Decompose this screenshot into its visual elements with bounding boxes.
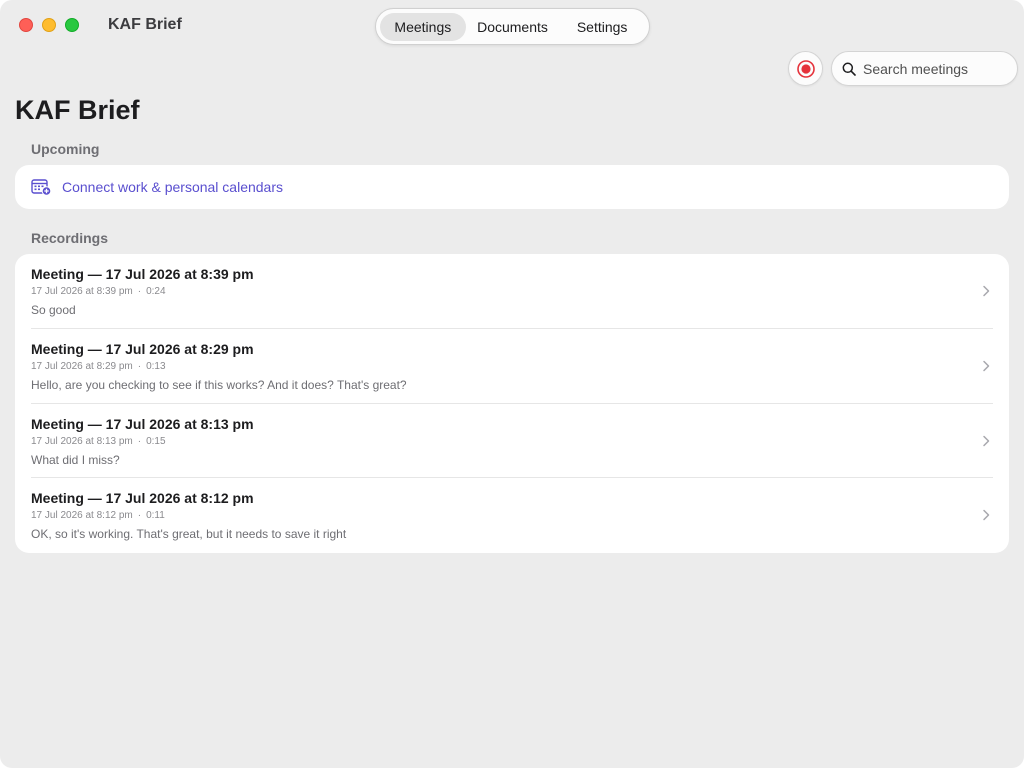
recording-date: 17 Jul 2026 at 8:13 pm xyxy=(31,435,133,447)
recording-summary: What did I miss? xyxy=(31,452,120,467)
zoom-window-button[interactable] xyxy=(65,18,79,32)
recording-title: Meeting — 17 Jul 2026 at 8:39 pm xyxy=(31,266,254,282)
tab-meetings[interactable]: Meetings xyxy=(380,12,466,41)
recording-title: Meeting — 17 Jul 2026 at 8:13 pm xyxy=(31,415,254,432)
recording-meta: 17 Jul 2026 at 8:29 pm · 0:13 xyxy=(31,360,993,374)
meta-separator: · xyxy=(137,360,142,372)
recording-summary: OK, so it's working. That's great, but i… xyxy=(31,527,347,542)
app-title: KAF Brief xyxy=(108,16,182,33)
search-icon xyxy=(842,62,856,76)
connect-calendars-row[interactable]: Connect work & personal calendars xyxy=(15,165,1009,209)
meta-separator: · xyxy=(137,435,142,447)
recording-date: 17 Jul 2026 at 8:39 pm xyxy=(31,286,133,297)
main-nav-tabs: Meetings Documents Settings xyxy=(375,8,650,45)
recording-duration: 0:24 xyxy=(146,286,166,297)
recording-title: Meeting — 17 Jul 2026 at 8:29 pm xyxy=(31,340,254,357)
recording-duration: 0:11 xyxy=(146,510,165,522)
close-window-button[interactable] xyxy=(19,18,33,32)
minimize-window-button[interactable] xyxy=(42,18,56,32)
app-window: KAF Brief Meetings Documents Settings KA… xyxy=(0,0,1024,768)
search-field[interactable] xyxy=(831,51,1018,86)
recording-row[interactable]: Meeting — 17 Jul 2026 at 8:12 pm 17 Jul … xyxy=(31,478,993,553)
recording-title: Meeting — 17 Jul 2026 at 8:12 pm xyxy=(31,490,254,507)
recording-summary: Hello, are you checking to see if this w… xyxy=(31,377,407,392)
recording-duration: 0:15 xyxy=(146,435,166,447)
meta-separator: · xyxy=(137,286,142,297)
recording-meta: 17 Jul 2026 at 8:13 pm · 0:15 xyxy=(31,435,993,449)
meta-separator: · xyxy=(137,510,142,522)
page-title: KAF Brief xyxy=(15,95,140,125)
recordings-list: Meeting — 17 Jul 2026 at 8:39 pm 17 Jul … xyxy=(15,254,1009,553)
recording-meta: 17 Jul 2026 at 8:39 pm · 0:24 xyxy=(31,285,993,299)
recording-summary: So good xyxy=(31,303,76,317)
window-controls xyxy=(19,18,79,32)
recording-date: 17 Jul 2026 at 8:29 pm xyxy=(31,360,133,372)
calendar-add-icon xyxy=(31,179,52,196)
record-icon xyxy=(796,59,815,78)
recording-duration: 0:13 xyxy=(146,360,166,372)
recording-date: 17 Jul 2026 at 8:12 pm xyxy=(31,510,133,522)
recordings-header: Recordings xyxy=(31,230,109,246)
chevron-right-icon xyxy=(983,360,990,371)
connect-calendars-link[interactable]: Connect work & personal calendars xyxy=(62,179,283,195)
chevron-right-icon xyxy=(983,510,990,521)
search-input[interactable] xyxy=(863,60,1003,77)
recording-row[interactable]: Meeting — 17 Jul 2026 at 8:13 pm 17 Jul … xyxy=(31,404,993,479)
chevron-right-icon xyxy=(983,435,990,446)
record-button[interactable] xyxy=(788,51,823,86)
tab-settings[interactable]: Settings xyxy=(559,13,645,41)
chevron-right-icon xyxy=(983,285,990,297)
recording-row[interactable]: Meeting — 17 Jul 2026 at 8:29 pm 17 Jul … xyxy=(31,329,993,404)
recording-row[interactable]: Meeting — 17 Jul 2026 at 8:39 pm 17 Jul … xyxy=(31,254,993,329)
recording-meta: 17 Jul 2026 at 8:12 pm · 0:11 xyxy=(31,509,993,523)
tab-documents[interactable]: Documents xyxy=(466,13,560,41)
upcoming-header: Upcoming xyxy=(31,141,100,157)
